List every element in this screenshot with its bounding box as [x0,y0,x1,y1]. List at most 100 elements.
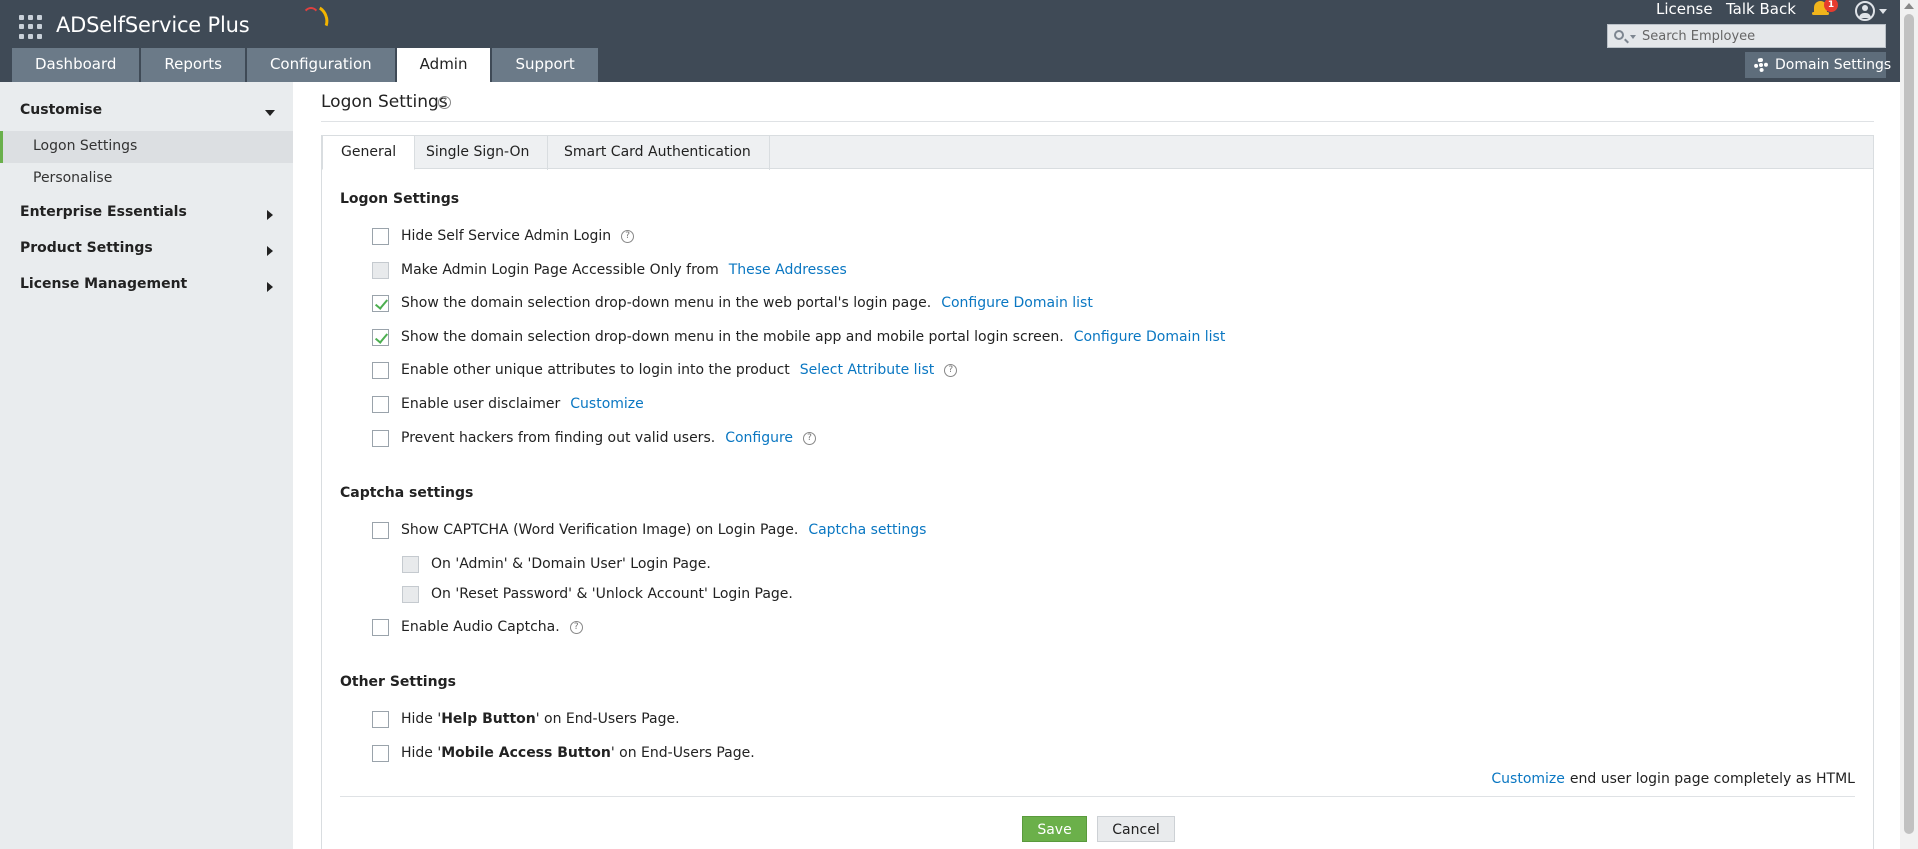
search-icon[interactable] [1614,30,1624,40]
option-show-captcha: Show CAPTCHA (Word Verification Image) o… [372,520,926,540]
sidebar-section-license-management[interactable]: License Management [20,276,187,292]
configure-domain-list-link[interactable]: Configure Domain list [941,295,1093,311]
domain-settings-label: Domain Settings [1775,57,1892,73]
option-web-portal-domain-dropdown: Show the domain selection drop-down menu… [372,293,1093,313]
tab-general[interactable]: General [322,136,416,170]
hide-help-button-checkbox[interactable] [372,710,389,728]
chevron-right-icon[interactable] [267,210,273,220]
option-captcha-admin-domain-user: On 'Admin' & 'Domain User' Login Page. [402,554,711,574]
sidebar: Customise Logon Settings Personalise Ent… [0,82,293,849]
page-scrollbar[interactable] [1900,0,1918,849]
configure-link[interactable]: Configure [725,430,793,446]
chevron-right-icon[interactable] [267,282,273,292]
cancel-button[interactable]: Cancel [1097,816,1175,842]
option-unique-attributes-login: Enable other unique attributes to login … [372,360,958,380]
user-menu-chevron-down-icon[interactable] [1879,9,1887,14]
app-name: ADSelfService Plus [56,13,250,37]
scrollbar-thumb[interactable] [1904,14,1914,834]
top-header: ADSelfService Plus License Talk Back 1 D… [0,0,1900,82]
tab-smart-card-authentication[interactable]: Smart Card Authentication [546,136,770,170]
captcha-admin-domain-user-checkbox [402,555,419,573]
talk-back-link[interactable]: Talk Back [1726,0,1796,18]
option-label: Prevent hackers from finding out valid u… [401,430,716,446]
tab-single-sign-on[interactable]: Single Sign-On [408,136,549,170]
page-title: Logon Settings [321,92,448,112]
scroll-up-arrow-icon[interactable] [1904,3,1914,9]
user-avatar-icon[interactable] [1855,1,1875,21]
unique-attributes-login-checkbox[interactable] [372,361,389,379]
help-icon[interactable]: ? [569,620,583,634]
help-icon[interactable]: ? [803,431,817,445]
nav-tab-reports[interactable]: Reports [141,48,245,82]
section-title-other-settings: Other Settings [340,674,456,690]
option-label: Show the domain selection drop-down menu… [401,329,1064,345]
chevron-right-icon[interactable] [267,246,273,256]
user-disclaimer-checkbox[interactable] [372,395,389,413]
option-label: On 'Admin' & 'Domain User' Login Page. [431,556,711,572]
chevron-down-icon[interactable] [265,110,275,116]
prevent-user-enumeration-checkbox[interactable] [372,429,389,447]
main-nav-tabs: Dashboard Reports Configuration Admin Su… [12,48,600,82]
sidebar-section-enterprise-essentials[interactable]: Enterprise Essentials [20,204,187,220]
option-admin-login-restricted: Make Admin Login Page Accessible Only fr… [372,260,847,280]
option-label: Enable user disclaimer [401,396,561,412]
option-mobile-domain-dropdown: Show the domain selection drop-down menu… [372,327,1225,347]
customize-disclaimer-link[interactable]: Customize [570,396,644,412]
app-logo[interactable]: ADSelfService Plus [56,2,333,37]
search-options-chevron-down-icon[interactable] [1630,35,1636,39]
sidebar-section-customise[interactable]: Customise [20,102,102,118]
option-label: Show the domain selection drop-down menu… [401,295,932,311]
mobile-domain-dropdown-checkbox[interactable] [372,328,389,346]
search-employee-input[interactable] [1642,25,1882,47]
section-title-captcha-settings: Captcha settings [340,485,474,501]
customize-login-page-text: end user login page completely as HTML [1569,771,1855,787]
help-icon[interactable]: ? [438,96,451,109]
option-label: Enable other unique attributes to login … [401,362,790,378]
hide-mobile-access-button-checkbox[interactable] [372,744,389,762]
these-addresses-link[interactable]: These Addresses [729,262,847,278]
footer-divider [340,796,1855,797]
option-label-prefix: Hide ' [401,745,442,761]
nav-tab-configuration[interactable]: Configuration [246,48,395,82]
customize-login-page-link[interactable]: Customize [1491,771,1565,787]
license-link[interactable]: License [1656,0,1713,18]
nav-tab-support[interactable]: Support [492,48,598,82]
option-label-bold: Mobile Access Button [441,745,611,761]
option-label: Make Admin Login Page Accessible Only fr… [401,262,719,278]
option-audio-captcha: Enable Audio Captcha. ? [372,617,583,637]
logo-swoosh-accent-icon [302,7,320,29]
gear-icon [1754,58,1768,72]
web-portal-domain-dropdown-checkbox[interactable] [372,294,389,312]
help-icon[interactable]: ? [944,363,958,377]
save-button[interactable]: Save [1022,816,1087,842]
settings-panel: General Single Sign-On Smart Card Authen… [321,135,1874,849]
option-captcha-reset-unlock: On 'Reset Password' & 'Unlock Account' L… [402,584,793,604]
option-label-suffix: ' on End-Users Page. [610,745,755,761]
sidebar-item-personalise[interactable]: Personalise [33,170,112,186]
option-label: On 'Reset Password' & 'Unlock Account' L… [431,586,793,602]
select-attribute-list-link[interactable]: Select Attribute list [800,362,934,378]
option-label: Hide Self Service Admin Login [401,228,612,244]
configure-domain-list-mobile-link[interactable]: Configure Domain list [1074,329,1226,345]
show-captcha-checkbox[interactable] [372,521,389,539]
nav-tab-admin[interactable]: Admin [396,48,491,82]
option-prevent-user-enumeration: Prevent hackers from finding out valid u… [372,428,817,448]
help-icon[interactable]: ? [621,229,635,243]
option-label-bold: Help Button [441,711,536,727]
captcha-settings-link[interactable]: Captcha settings [808,522,926,538]
option-hide-admin-login: Hide Self Service Admin Login ? [372,226,635,246]
title-divider [321,121,1874,122]
notification-count-badge: 1 [1824,0,1838,12]
captcha-reset-unlock-checkbox [402,585,419,603]
app-launcher-icon[interactable] [19,15,43,39]
option-hide-mobile-access-button: Hide ' Mobile Access Button ' on End-Users… [372,743,755,763]
option-label-prefix: Hide ' [401,711,442,727]
settings-tab-bar: General Single Sign-On Smart Card Authen… [322,136,1873,170]
admin-login-restricted-checkbox [372,261,389,279]
sidebar-item-logon-settings-label[interactable]: Logon Settings [33,138,137,154]
hide-admin-login-checkbox[interactable] [372,227,389,245]
audio-captcha-checkbox[interactable] [372,618,389,636]
nav-tab-dashboard[interactable]: Dashboard [12,48,140,82]
domain-settings-button[interactable]: Domain Settings [1745,52,1891,78]
sidebar-section-product-settings[interactable]: Product Settings [20,240,153,256]
